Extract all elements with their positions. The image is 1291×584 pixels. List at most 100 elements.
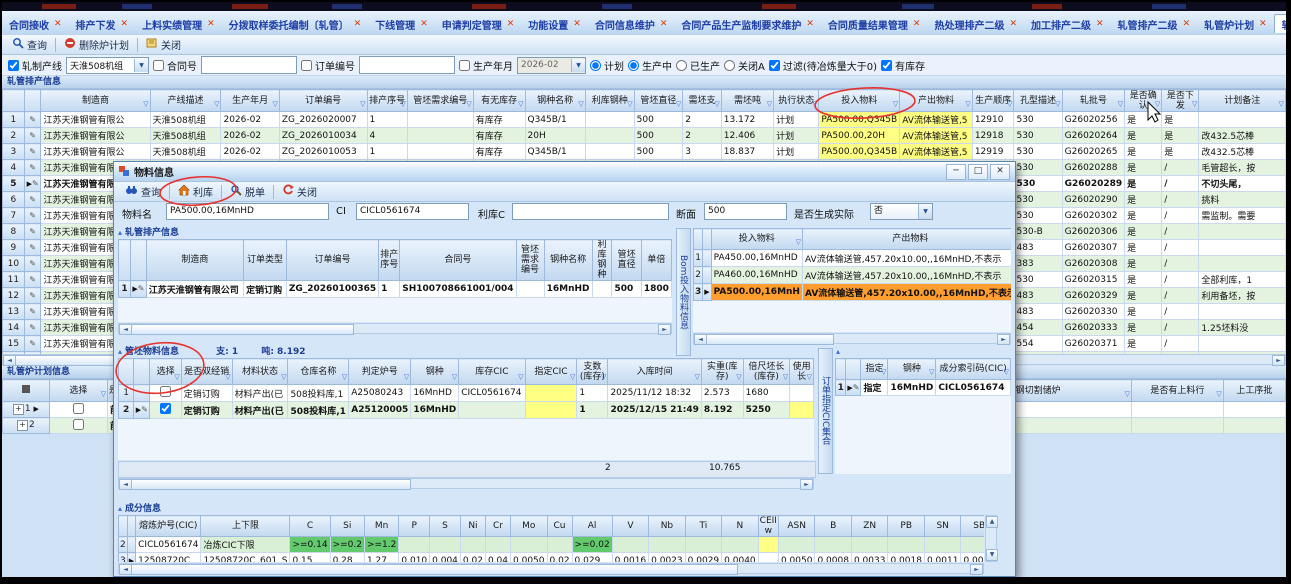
chevron-down-icon[interactable]: ▼	[134, 59, 148, 72]
cell[interactable]: 20H	[525, 128, 585, 144]
cell[interactable]: 16MnHD	[888, 380, 936, 396]
column-header[interactable]: 管坯直径	[612, 240, 641, 281]
tab-close-icon[interactable]: ✕	[913, 19, 921, 29]
cell[interactable]: ZG_20260100365	[286, 281, 378, 298]
cell[interactable]: 8.192	[701, 402, 743, 419]
cell[interactable]: 0.28	[330, 553, 364, 563]
maximize-button[interactable]: □	[968, 164, 988, 180]
table-row[interactable]: 3✎江苏天淮钢管有限公天淮508机组2026-02ZG_20260100531有…	[3, 144, 1286, 160]
cell[interactable]: AV流体输送管,457.20x10.00,,16MnHD,不表示	[802, 284, 1011, 301]
cell[interactable]: 江苏天淮钢管有限公	[41, 112, 150, 128]
cell[interactable]: 500	[612, 281, 641, 298]
table-row[interactable]: 3▶12508720C12508720C_601_S0.150.281.270.…	[119, 553, 985, 563]
cell[interactable]: 毛管超长，按	[1199, 160, 1286, 176]
cell[interactable]: 是	[1125, 272, 1162, 288]
cell[interactable]	[1199, 224, 1286, 240]
cell[interactable]	[547, 537, 572, 553]
cell[interactable]: 是	[1125, 208, 1162, 224]
cell[interactable]: 530-B	[1014, 224, 1062, 240]
tab-14[interactable]: 轧管炉计划✕	[1197, 15, 1274, 33]
cell[interactable]: 530	[1014, 144, 1062, 160]
column-header[interactable]: 利库钢种	[592, 240, 612, 281]
column-header-select[interactable]: 选择▽	[49, 380, 107, 402]
column-header[interactable]: 订单编号▽	[279, 90, 367, 112]
cell[interactable]: 12.406	[721, 128, 773, 144]
cell[interactable]: 0.0023	[649, 553, 686, 563]
cell[interactable]	[851, 537, 888, 553]
table-row[interactable]: 1▶✎江苏天淮钢管有限公司定销订购ZG_202601003651SH100708…	[119, 281, 672, 298]
dialog-toolbar-button-1[interactable]: 查询	[119, 183, 167, 200]
cell[interactable]: 是	[1162, 112, 1199, 128]
cell[interactable]: 2	[683, 128, 722, 144]
cell[interactable]: 0.004	[430, 553, 461, 563]
filter-funnel-icon[interactable]: ▽	[1125, 389, 1130, 399]
filter-funnel-icon[interactable]: ▽	[174, 372, 179, 382]
cell[interactable]: 2025/11/12 18:32	[608, 385, 701, 402]
likuc-input[interactable]	[512, 203, 669, 220]
cell[interactable]: 2025/12/15 21:49	[608, 402, 701, 419]
column-header[interactable]: 选择▽	[150, 359, 181, 385]
column-header[interactable]: 管坯需求编号▽	[407, 90, 473, 112]
cell[interactable]: 天淮508机组	[150, 144, 221, 160]
column-header[interactable]: CEII w	[758, 516, 778, 537]
cell[interactable]	[460, 537, 485, 553]
cell[interactable]: 2026-02	[221, 112, 279, 128]
cell[interactable]	[778, 537, 815, 553]
cell[interactable]: /	[1162, 256, 1199, 272]
cell[interactable]: PA500.00,16MnH	[711, 284, 802, 301]
filter-funnel-icon[interactable]: ▽	[767, 99, 772, 109]
cell[interactable]: G26020308	[1062, 256, 1125, 272]
cell[interactable]: 2	[683, 112, 722, 128]
cell[interactable]	[924, 537, 961, 553]
column-header[interactable]: 钢种名称	[544, 240, 592, 281]
cell[interactable]	[49, 418, 107, 434]
cell[interactable]	[585, 144, 634, 160]
filter-funnel-icon[interactable]: ▽	[518, 99, 523, 109]
filter-funnel-icon[interactable]: ▽	[783, 372, 788, 382]
cell[interactable]: 0.0006	[961, 553, 984, 563]
cell[interactable]	[685, 537, 722, 553]
cell[interactable]: 挑料	[1199, 192, 1286, 208]
select-checkbox[interactable]	[160, 386, 171, 397]
column-header[interactable]: 制造商▽	[41, 90, 150, 112]
tab-3[interactable]: 上料实绩管理✕	[135, 15, 222, 33]
filter-funnel-icon[interactable]: ▽	[1007, 99, 1012, 109]
toolbar-button-2[interactable]: 删除炉计划	[58, 36, 135, 53]
column-header[interactable]: 生产顺序▽	[972, 90, 1014, 112]
cell[interactable]: 0.02	[547, 553, 572, 563]
column-header[interactable]: 有无库存▽	[473, 90, 525, 112]
cell[interactable]: 是	[1125, 256, 1162, 272]
cell[interactable]: >=0.02	[572, 537, 612, 553]
cell[interactable]: 1.27	[364, 553, 398, 563]
tab-close-icon[interactable]: ✕	[507, 19, 515, 29]
filter-funnel-icon[interactable]: ▽	[272, 99, 277, 109]
cell[interactable]	[150, 402, 181, 419]
month-select[interactable]: 2026-02▼	[517, 57, 586, 74]
cell[interactable]: /	[1162, 224, 1199, 240]
column-header[interactable]: 使用长▽	[790, 359, 814, 385]
chevron-down-icon[interactable]: ▼	[918, 204, 932, 219]
column-header[interactable]: 管坯直径▽	[634, 90, 683, 112]
filter-funnel-icon[interactable]: ▽	[452, 372, 457, 382]
cell[interactable]: G26020290	[1062, 192, 1125, 208]
tab-1[interactable]: 合同接收✕	[2, 15, 69, 33]
table-row[interactable]: 2✎江苏天淮钢管有限公天淮508机组2026-02ZG_20260100344有…	[3, 128, 1286, 144]
cell[interactable]: 0.0040	[722, 553, 759, 563]
cell[interactable]: A25120005	[349, 402, 411, 419]
cell[interactable]	[525, 385, 577, 402]
cell[interactable]: 0.02	[460, 553, 485, 563]
scroll-right-icon[interactable]: ►	[970, 564, 983, 575]
cell[interactable]	[888, 537, 925, 553]
sched-hscrollbar[interactable]: ◄►	[118, 323, 672, 334]
bom-hscrollbar[interactable]: ◄►	[693, 333, 1011, 344]
cell[interactable]: AV流体输送管,5	[900, 112, 973, 128]
cell[interactable]: 有库存	[473, 112, 525, 128]
cell[interactable]: PA450.00,16MnHD	[711, 250, 802, 267]
cell[interactable]: 江苏天淮钢管有限公	[41, 144, 150, 160]
tab-close-icon[interactable]: ✕	[660, 19, 668, 29]
cell[interactable]: 454	[1014, 320, 1062, 336]
cell[interactable]: AV流体输送管,5	[900, 128, 973, 144]
cell[interactable]: 530	[1014, 176, 1062, 192]
column-header-2[interactable]: 是否有上料行▽	[1132, 380, 1224, 402]
tab-close-icon[interactable]: ✕	[420, 19, 428, 29]
